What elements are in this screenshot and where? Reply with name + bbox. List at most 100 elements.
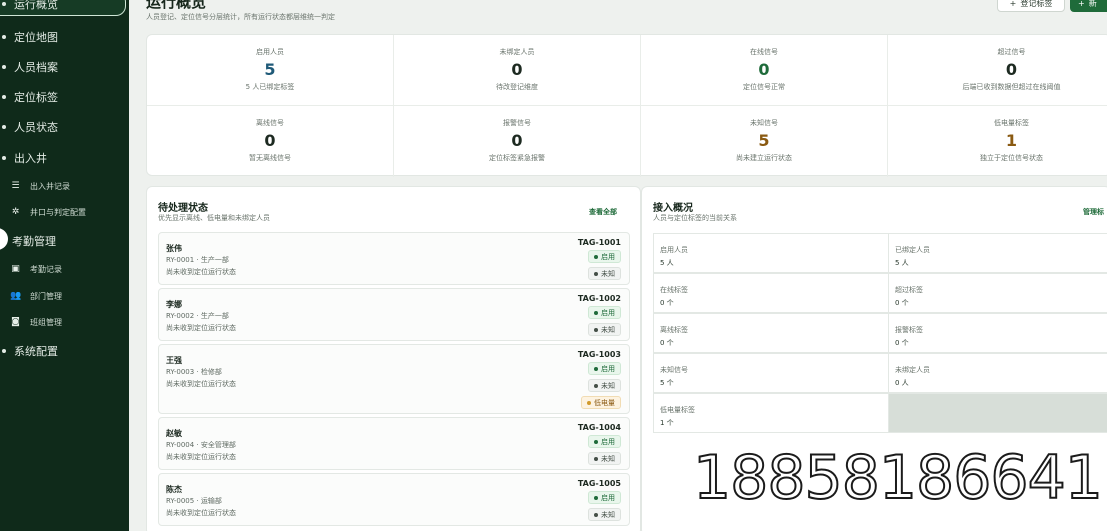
pending-subtitle: 优先显示离线、低电量和未绑定人员 [158, 214, 270, 222]
stat-desc: 5 人已绑定标签 [245, 83, 295, 91]
tag-id: TAG-1001 [577, 238, 621, 247]
sidebar-subitem-shaft-config[interactable]: ✲ 井口与判定配置 [10, 203, 86, 221]
person-name: 王强 [166, 356, 182, 365]
dot-icon [2, 35, 6, 39]
sidebar-item-label: 考勤管理 [12, 235, 56, 248]
pending-row[interactable]: 李娜 RY-0002 · 生产一部 尚未收到定位运行状态 TAG-1002 启用… [158, 288, 630, 341]
dot-icon [2, 95, 6, 99]
stat-value: 0 [511, 131, 523, 150]
stat-desc: 独立于定位信号状态 [980, 154, 1043, 162]
stat-value: 5 [264, 60, 276, 79]
access-value: 1 个 [660, 419, 674, 427]
access-cell-empty [888, 393, 1107, 433]
badge-label: 低电量 [594, 398, 615, 407]
sidebar-item-personnel[interactable]: 人员档案 [0, 54, 129, 80]
person-meta: RY-0001 · 生产一部 [166, 256, 229, 264]
pending-title: 待处理状态 [158, 203, 208, 214]
list-icon: ☰ [11, 181, 20, 191]
person-name: 赵敏 [166, 429, 182, 438]
collapse-handle[interactable] [0, 228, 8, 250]
sidebar-subitem-attendance-records[interactable]: ▣ 考勤记录 [10, 260, 62, 278]
stat-card: 低电量标签 1 独立于定位信号状态 [888, 106, 1107, 177]
access-label: 已绑定人员 [895, 246, 930, 254]
stat-value: 0 [511, 60, 523, 79]
sidebar-item-overview[interactable]: 运行概览 [0, 0, 126, 16]
pending-row[interactable]: 赵敏 RY-0004 · 安全管理部 尚未收到定位运行状态 TAG-1004 启… [158, 417, 630, 470]
access-value: 0 人 [895, 379, 909, 387]
badge-label: 启用 [601, 493, 615, 502]
status-badge: 未知 [588, 267, 621, 280]
access-label: 离线标签 [660, 326, 688, 334]
tag-id: TAG-1004 [577, 423, 621, 432]
person-name: 陈杰 [166, 485, 182, 494]
stat-label: 在线信号 [750, 48, 778, 56]
sidebar-item-tags[interactable]: 定位标签 [0, 84, 129, 110]
pending-row[interactable]: 张伟 RY-0001 · 生产一部 尚未收到定位运行状态 TAG-1001 启用… [158, 232, 630, 285]
person-name: 张伟 [166, 244, 182, 253]
access-label: 在线标签 [660, 286, 688, 294]
tag-id: TAG-1003 [577, 350, 621, 359]
stat-value: 0 [758, 60, 770, 79]
dot-icon [594, 327, 598, 332]
badge-label: 未知 [601, 325, 615, 334]
dot-icon [594, 366, 598, 371]
access-label: 报警标签 [895, 326, 923, 334]
manage-link[interactable]: 管理标 [1083, 207, 1104, 217]
access-cell: 未绑定人员 0 人 [888, 353, 1107, 393]
access-label: 启用人员 [660, 246, 688, 254]
stat-desc: 后端已收到数据但超过在线阈值 [962, 83, 1061, 91]
stat-value: 0 [1005, 60, 1018, 79]
person-meta: RY-0002 · 生产一部 [166, 312, 229, 320]
access-cell: 低电量标签 1 个 [653, 393, 889, 433]
stat-value: 1 [1005, 131, 1018, 150]
register-tag-button[interactable]: + 登记标签 [997, 0, 1065, 12]
dot-icon [594, 271, 598, 276]
access-value: 0 个 [895, 299, 909, 307]
dot-icon [594, 383, 598, 388]
sidebar-item-shaft[interactable]: 出入井 [0, 145, 129, 171]
plus-icon: + [1078, 0, 1085, 8]
button-label: 新 [1088, 0, 1097, 8]
briefcase-icon: ◙ [11, 317, 20, 327]
sidebar-item-label: 运行概览 [14, 0, 58, 11]
badge-label: 未知 [601, 510, 615, 519]
sidebar-subitem-shaft-records[interactable]: ☰ 出入井记录 [10, 177, 70, 195]
person-meta: RY-0003 · 检修部 [166, 368, 222, 376]
access-label: 低电量标签 [660, 406, 695, 414]
sidebar-item-label: 定位标签 [14, 91, 58, 104]
stat-card: 未绑定人员 0 待改登记维度 [394, 35, 641, 106]
access-value: 5 个 [660, 379, 674, 387]
stat-value: 5 [758, 131, 770, 150]
sidebar-subitem-label: 班组管理 [30, 317, 62, 327]
pending-row[interactable]: 陈杰 RY-0005 · 运输部 尚未收到定位运行状态 TAG-1005 启用 … [158, 473, 630, 526]
stat-label: 启用人员 [256, 48, 284, 56]
sidebar-item-settings[interactable]: 系统配置 [0, 338, 129, 364]
low-battery-badge: 低电量 [581, 396, 621, 409]
stat-card: 在线信号 0 定位信号正常 [641, 35, 888, 106]
person-meta: RY-0004 · 安全管理部 [166, 441, 236, 449]
stat-desc: 尚未建立运行状态 [736, 154, 792, 162]
sidebar-subitem-departments[interactable]: 👥 部门管理 [10, 287, 62, 305]
stat-label: 超过信号 [997, 48, 1026, 56]
sidebar-subitem-teams[interactable]: ◙ 班组管理 [10, 313, 62, 331]
person-note: 尚未收到定位运行状态 [166, 380, 236, 388]
dot-icon [594, 456, 598, 461]
status-badge: 启用 [588, 306, 621, 319]
status-badge: 未知 [588, 452, 621, 465]
sidebar-item-attendance[interactable]: 考勤管理 [12, 228, 129, 254]
add-button[interactable]: + 新 [1070, 0, 1107, 12]
person-note: 尚未收到定位运行状态 [166, 324, 236, 332]
stat-desc: 待改登记维度 [496, 83, 538, 91]
stat-label: 未绑定人员 [499, 48, 535, 56]
view-all-link[interactable]: 查看全部 [589, 207, 617, 217]
sidebar-item-map[interactable]: 定位地图 [0, 24, 129, 50]
gear-icon: ✲ [11, 207, 20, 217]
access-value: 0 个 [660, 339, 674, 347]
access-value: 0 个 [660, 299, 674, 307]
stat-label: 报警信号 [503, 119, 531, 127]
stat-card: 未知信号 5 尚未建立运行状态 [641, 106, 888, 177]
pending-row[interactable]: 王强 RY-0003 · 检修部 尚未收到定位运行状态 TAG-1003 启用 … [158, 344, 630, 414]
dot-icon [2, 125, 6, 129]
status-badge: 未知 [588, 508, 621, 521]
sidebar-item-status[interactable]: 人员状态 [0, 114, 129, 140]
